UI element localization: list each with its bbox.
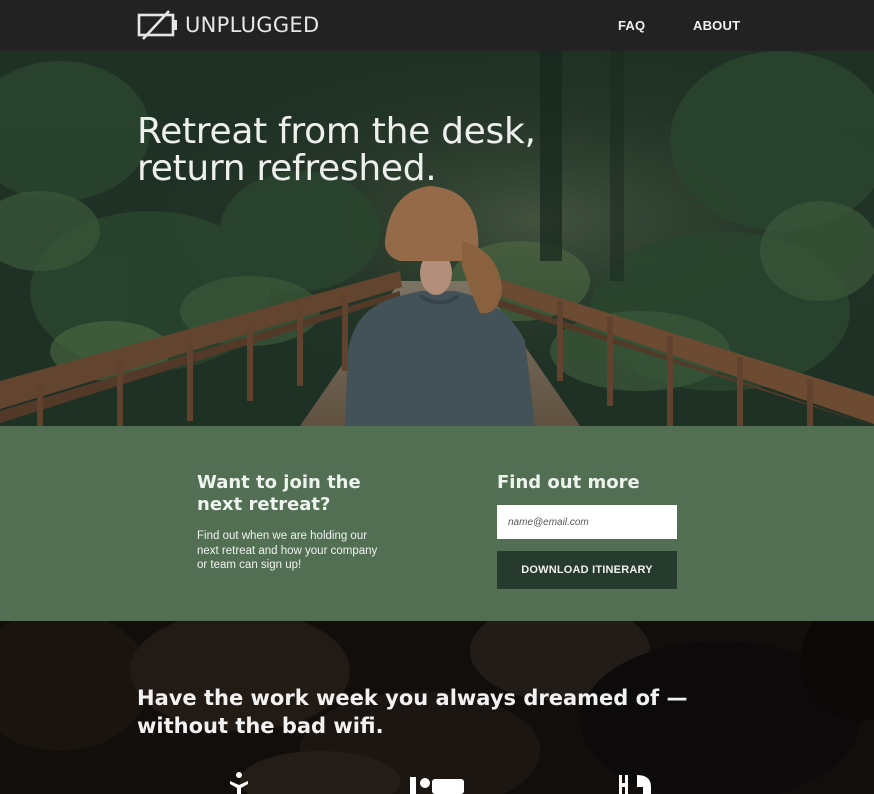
logo[interactable]: UNPLUGGED	[137, 9, 319, 41]
signup-section: Want to join the next retreat? Find out …	[0, 426, 874, 621]
features-heading-line-1: Have the work week you always dreamed of…	[137, 686, 688, 710]
hero-title: Retreat from the desk, return refreshed.	[137, 113, 597, 187]
logo-text: UNPLUGGED	[185, 13, 320, 37]
bed-icon	[410, 771, 466, 794]
hero-title-line-1: Retreat from the desk,	[137, 111, 536, 152]
join-retreat-heading-line-1: Want to join the	[197, 472, 361, 493]
download-itinerary-button[interactable]: DOWNLOAD ITINERARY	[497, 551, 677, 589]
battery-slash-icon	[137, 9, 179, 41]
email-field[interactable]	[497, 505, 677, 539]
find-out-more-heading: Find out more	[497, 472, 640, 493]
join-retreat-description: Find out when we are holding our next re…	[197, 530, 378, 571]
features-heading: Have the work week you always dreamed of…	[137, 684, 737, 740]
top-nav: UNPLUGGED FAQ ABOUT	[0, 0, 874, 51]
nav-link-about[interactable]: ABOUT	[693, 18, 740, 33]
features-section: Have the work week you always dreamed of…	[0, 621, 874, 794]
utensils-icon	[617, 771, 653, 794]
hero-title-line-2: return refreshed.	[137, 148, 437, 189]
join-retreat-heading: Want to join the next retreat?	[197, 472, 397, 516]
nav-link-faq[interactable]: FAQ	[618, 18, 645, 33]
hero-section: Retreat from the desk, return refreshed.	[0, 51, 874, 426]
features-heading-line-2: without the bad wifi.	[137, 714, 384, 738]
hero-forest-bridge-image	[0, 51, 874, 426]
join-retreat-heading-line-2: next retreat?	[197, 494, 331, 515]
yoga-icon	[228, 771, 250, 794]
